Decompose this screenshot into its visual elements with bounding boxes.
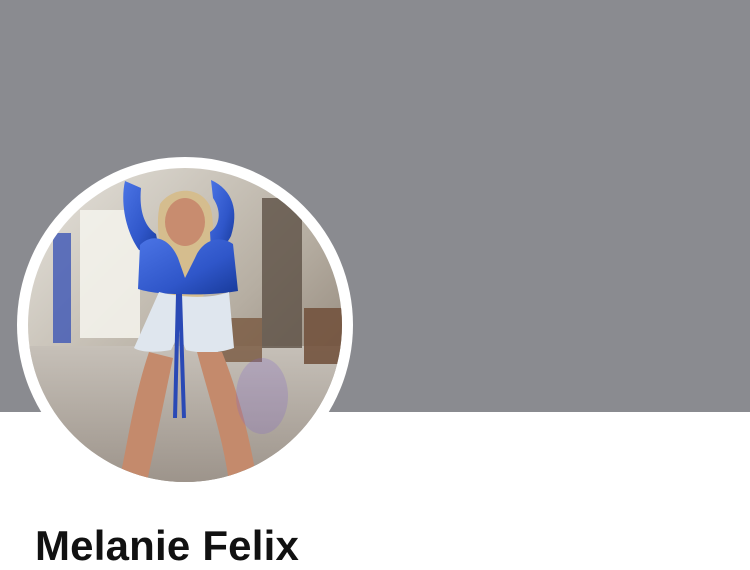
blue-column <box>53 233 71 343</box>
floor-reflection <box>236 358 288 434</box>
face <box>165 198 205 246</box>
profile-picture[interactable] <box>28 168 342 482</box>
profile-page: Melanie Felix <box>0 0 750 570</box>
profile-name: Melanie Felix <box>35 522 300 569</box>
profile-photo-icon <box>28 168 342 482</box>
furniture <box>304 308 342 364</box>
dark-wall <box>262 198 302 348</box>
